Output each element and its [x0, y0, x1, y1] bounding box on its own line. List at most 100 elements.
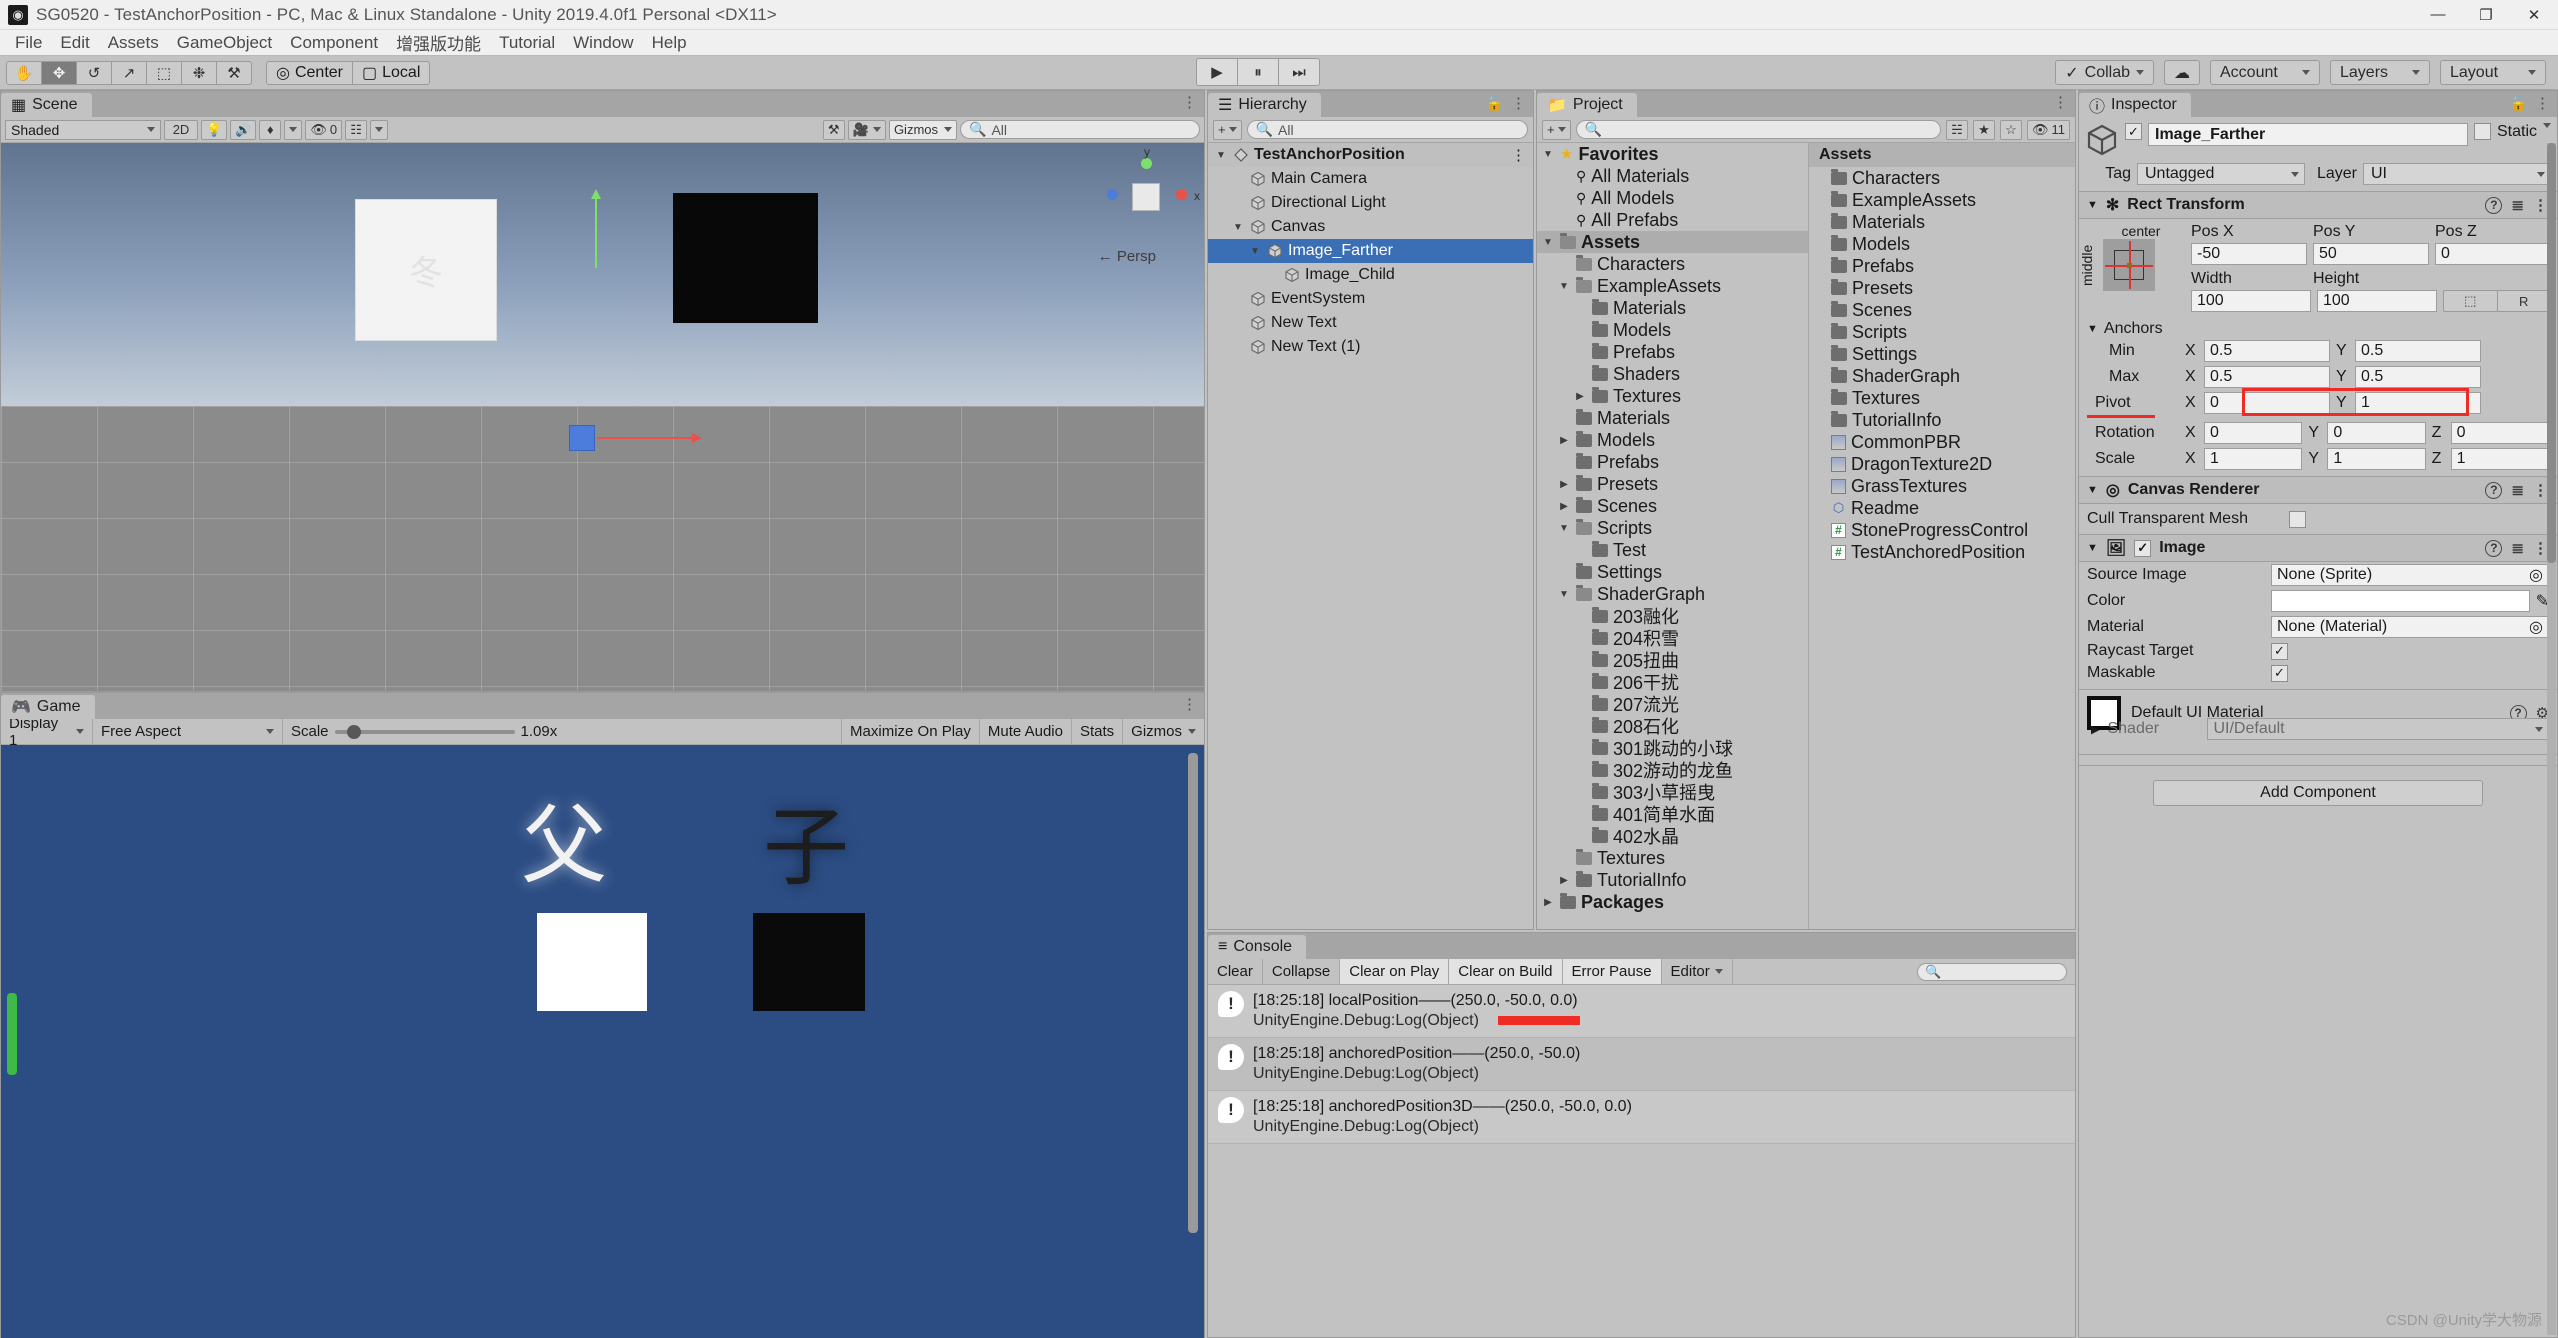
- anchor-max-x-field[interactable]: 0.5: [2204, 366, 2330, 388]
- disclosure-triangle-icon[interactable]: ▶: [1557, 501, 1571, 512]
- project-asset-item[interactable]: Materials: [1809, 211, 2075, 233]
- project-tree-item[interactable]: ▶ Presets: [1537, 473, 1808, 495]
- step-button[interactable]: ⏭: [1278, 58, 1320, 86]
- project-tree-item[interactable]: ▶ Scenes: [1537, 495, 1808, 517]
- project-tree-item[interactable]: Settings: [1537, 561, 1808, 583]
- menu-gameobject[interactable]: GameObject: [168, 31, 281, 55]
- width-field[interactable]: 100: [2191, 290, 2311, 312]
- transform-tool-icon[interactable]: ❉: [181, 60, 217, 85]
- hierarchy-menu-icon[interactable]: ⋮: [1511, 96, 1527, 111]
- console-editor-dropdown[interactable]: Editor: [1662, 959, 1733, 984]
- project-tree-item[interactable]: 203融化: [1537, 605, 1808, 627]
- hand-tool-icon[interactable]: ✋: [6, 60, 42, 85]
- project-asset-item[interactable]: ⬡ Readme: [1809, 497, 2075, 519]
- disclosure-triangle-icon[interactable]: ▶: [1541, 897, 1555, 908]
- project-asset-item[interactable]: Presets: [1809, 277, 2075, 299]
- pivot-y-field[interactable]: 1: [2355, 392, 2481, 414]
- cull-transparent-mesh-checkbox[interactable]: [2289, 510, 2306, 528]
- project-tree-item[interactable]: Prefabs: [1537, 451, 1808, 473]
- pivot-rotation-button[interactable]: ▢ Local: [352, 60, 431, 85]
- tab-project[interactable]: 📁 Project: [1537, 93, 1637, 117]
- disclosure-triangle-icon[interactable]: ▼: [1541, 237, 1555, 248]
- close-button[interactable]: ✕: [2510, 0, 2558, 29]
- hierarchy-item-image-farther[interactable]: ▼ Image_Farther: [1208, 239, 1533, 263]
- axis-gizmo-z-handle[interactable]: [1107, 189, 1118, 200]
- scene-context-menu-icon[interactable]: ⋮: [1511, 148, 1527, 163]
- maximize-button[interactable]: ❐: [2462, 0, 2510, 29]
- rotation-x-field[interactable]: 0: [2204, 422, 2303, 444]
- lock-icon[interactable]: 🔓: [1486, 95, 1503, 112]
- project-label-icon[interactable]: ★: [1972, 119, 1995, 140]
- project-tree-item[interactable]: Textures: [1537, 847, 1808, 869]
- menu-help[interactable]: Help: [643, 31, 696, 55]
- blueprint-mode-button[interactable]: ⬚: [2443, 290, 2498, 312]
- hierarchy-item-testanchorposition[interactable]: ▼ TestAnchorPosition ⋮: [1208, 143, 1533, 167]
- menu-component[interactable]: Component: [281, 31, 387, 55]
- anchor-max-y-field[interactable]: 0.5: [2355, 366, 2481, 388]
- scene-perspective-label[interactable]: ← Persp: [1098, 248, 1156, 265]
- move-gizmo-center-handle[interactable]: [569, 425, 595, 451]
- inspector-scrollbar[interactable]: [2547, 143, 2556, 1335]
- move-tool-icon[interactable]: ✥: [41, 60, 77, 85]
- add-component-button[interactable]: Add Component: [2153, 780, 2483, 806]
- maximize-on-play-button[interactable]: Maximize On Play: [842, 719, 980, 744]
- console-log-entry[interactable]: ! [18:25:18] anchoredPosition——(250.0, -5…: [1208, 1037, 2075, 1091]
- project-asset-item[interactable]: DragonTexture2D: [1809, 453, 2075, 475]
- hierarchy-item-new-text[interactable]: New Text: [1208, 311, 1533, 335]
- project-visible-count[interactable]: 👁 11: [2026, 119, 2070, 140]
- tab-console[interactable]: ≡ Console: [1208, 935, 1307, 959]
- console-log-entry[interactable]: ! [18:25:18] anchoredPosition3D——(250.0, …: [1208, 1090, 2075, 1144]
- material-field[interactable]: None (Material) ◎: [2271, 616, 2549, 638]
- project-asset-item[interactable]: # StoneProgressControl: [1809, 519, 2075, 541]
- console-log-entry[interactable]: ! [18:25:18] localPosition——(250.0, -50.0…: [1208, 985, 2075, 1038]
- cloud-button[interactable]: ☁: [2164, 60, 2200, 85]
- project-asset-item[interactable]: # TestAnchoredPosition: [1809, 541, 2075, 563]
- game-gizmos-button[interactable]: Gizmos: [1123, 719, 1204, 744]
- game-aspect-dropdown[interactable]: Free Aspect: [93, 719, 283, 744]
- raycast-target-checkbox[interactable]: ✓: [2271, 642, 2288, 660]
- pos-z-field[interactable]: 0: [2435, 243, 2551, 265]
- disclosure-triangle-icon[interactable]: ▶: [1573, 391, 1587, 402]
- anchor-preset-preview[interactable]: [2103, 239, 2155, 291]
- hierarchy-item-directional-light[interactable]: Directional Light: [1208, 191, 1533, 215]
- project-asset-item[interactable]: Prefabs: [1809, 255, 2075, 277]
- project-tree-item[interactable]: Models: [1537, 319, 1808, 341]
- disclosure-triangle-icon[interactable]: ▶: [1557, 479, 1571, 490]
- anchors-foldout[interactable]: ▼ Anchors: [2079, 318, 2557, 338]
- inspector-menu-icon[interactable]: ⋮: [2535, 96, 2551, 111]
- layer-dropdown[interactable]: UI: [2363, 163, 2551, 185]
- project-tree-item[interactable]: 207流光: [1537, 693, 1808, 715]
- anchor-preset-widget[interactable]: center middle: [2079, 223, 2189, 316]
- disclosure-triangle-icon[interactable]: ▶: [1557, 435, 1571, 446]
- scale-x-field[interactable]: 1: [2204, 448, 2303, 470]
- project-star-icon[interactable]: ☆: [1999, 119, 2022, 140]
- disclosure-triangle-icon[interactable]: ▼: [1557, 589, 1571, 600]
- gameobject-enabled-checkbox[interactable]: ✓: [2125, 123, 2142, 140]
- scale-slider-track[interactable]: [334, 724, 515, 739]
- disclosure-triangle-icon[interactable]: ▼: [1541, 149, 1555, 160]
- disclosure-triangle-icon[interactable]: ▼: [1214, 150, 1228, 161]
- axis-gizmo-x-handle[interactable]: [1176, 189, 1187, 200]
- object-picker-icon[interactable]: ◎: [2529, 565, 2543, 585]
- static-dropdown-icon[interactable]: [2543, 123, 2551, 128]
- pos-x-field[interactable]: -50: [2191, 243, 2307, 265]
- project-tree-item[interactable]: 402水晶: [1537, 825, 1808, 847]
- project-asset-item[interactable]: TutorialInfo: [1809, 409, 2075, 431]
- scene-white-image-object[interactable]: [356, 200, 496, 340]
- project-asset-item[interactable]: ExampleAssets: [1809, 189, 2075, 211]
- project-tree-item[interactable]: ▼ Assets: [1537, 231, 1808, 253]
- disclosure-triangle-icon[interactable]: ▼: [1231, 222, 1245, 233]
- toggle-2d-button[interactable]: 2D: [164, 119, 198, 140]
- mute-audio-button[interactable]: Mute Audio: [980, 719, 1072, 744]
- axis-gizmo-y-handle[interactable]: [1141, 158, 1152, 169]
- project-asset-item[interactable]: Settings: [1809, 343, 2075, 365]
- disclosure-triangle-icon[interactable]: ▼: [1557, 281, 1571, 292]
- layout-button[interactable]: Layout: [2440, 60, 2546, 85]
- scale-z-field[interactable]: 1: [2450, 448, 2549, 470]
- play-button[interactable]: ▶: [1196, 58, 1238, 86]
- hierarchy-add-button[interactable]: +: [1213, 119, 1242, 140]
- menu-tutorial[interactable]: Tutorial: [490, 31, 564, 55]
- project-tree-item[interactable]: Characters: [1537, 253, 1808, 275]
- scene-fx-dropdown[interactable]: [284, 119, 303, 140]
- console-clear-on-play-button[interactable]: Clear on Play: [1340, 959, 1450, 984]
